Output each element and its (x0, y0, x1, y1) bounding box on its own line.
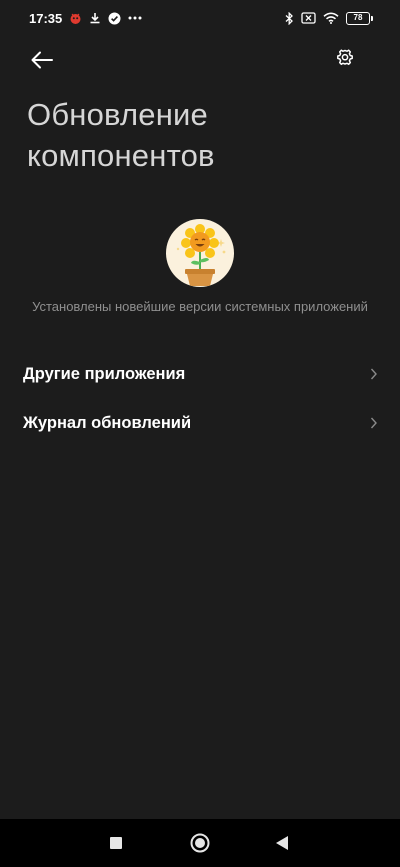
back-arrow-icon (28, 51, 56, 78)
status-right: 78 (285, 9, 373, 27)
recent-apps-button[interactable] (109, 836, 123, 850)
sunflower-pot-illustration (166, 219, 234, 287)
more-dots-icon (128, 16, 142, 20)
update-status-text: Установлены новейшие версии системных пр… (32, 299, 368, 314)
battery-level: 78 (353, 13, 363, 22)
chevron-right-icon (370, 367, 378, 381)
home-button[interactable] (190, 833, 210, 853)
top-bar (0, 40, 400, 80)
bluetooth-icon (285, 11, 294, 25)
no-sim-icon (301, 12, 316, 24)
status-left: 17:35 (29, 9, 142, 27)
wifi-icon (323, 12, 339, 24)
download-icon (89, 12, 101, 24)
list-item-other-apps[interactable]: Другие приложения (0, 351, 400, 399)
chevron-right-icon (370, 416, 378, 430)
battery-icon: 78 (346, 11, 373, 25)
list-item-label: Журнал обновлений (23, 414, 192, 432)
square-icon (109, 837, 123, 854)
triangle-back-icon (275, 836, 289, 855)
home-circle-icon (190, 833, 210, 857)
clock: 17:35 (29, 10, 63, 26)
back-nav-button[interactable] (275, 835, 289, 851)
check-circle-icon (108, 12, 121, 25)
back-button[interactable] (28, 46, 56, 74)
gear-icon (333, 49, 357, 74)
bug-notification-icon (69, 12, 82, 25)
list-item-label: Другие приложения (23, 365, 186, 383)
status-bar: 17:35 78 (0, 0, 400, 36)
settings-button[interactable] (333, 46, 357, 70)
list-item-update-log[interactable]: Журнал обновлений (0, 400, 400, 448)
page-title: Обновление компонентов (27, 97, 215, 173)
navigation-bar (0, 819, 400, 867)
